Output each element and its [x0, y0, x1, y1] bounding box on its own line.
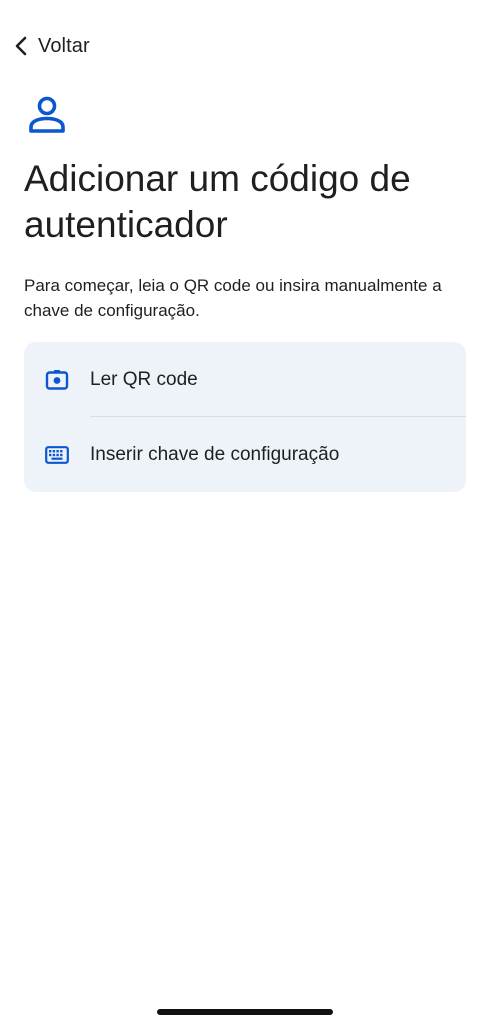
scan-qr-code-label: Ler QR code	[90, 368, 198, 390]
enter-setup-key-option[interactable]: Inserir chave de configuração	[24, 417, 466, 492]
enter-setup-key-label: Inserir chave de configuração	[90, 443, 340, 465]
keyboard-icon	[44, 442, 70, 468]
home-indicator[interactable]	[157, 1009, 333, 1015]
scan-qr-code-option[interactable]: Ler QR code	[24, 342, 466, 417]
camera-icon	[44, 367, 70, 393]
page-subtitle: Para começar, leia o QR code ou insira m…	[24, 276, 442, 320]
page-title: Adicionar um código de autenticador	[24, 158, 411, 245]
back-button[interactable]: Voltar	[12, 30, 90, 62]
options-card: Ler QR code Inserir chave de configuraçã…	[24, 342, 466, 492]
chevron-left-icon	[12, 34, 32, 58]
back-label: Voltar	[38, 34, 90, 57]
account-icon	[26, 94, 68, 136]
